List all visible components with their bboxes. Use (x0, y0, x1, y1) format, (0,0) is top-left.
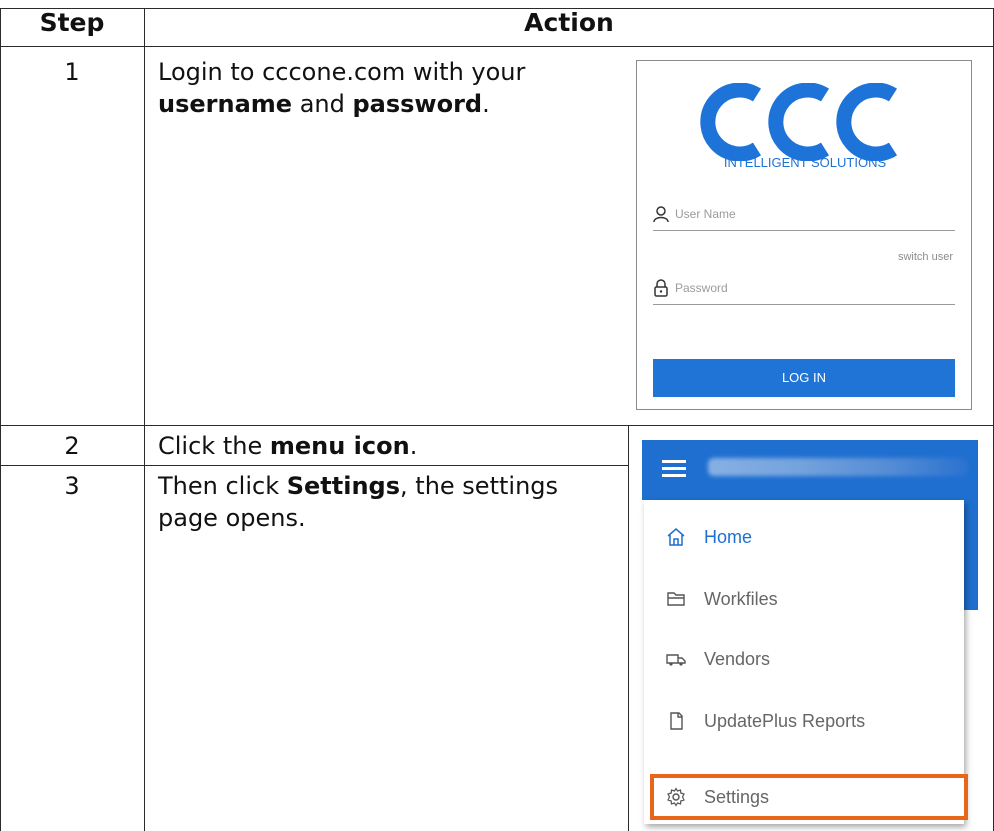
username-placeholder: User Name (675, 207, 736, 221)
home-icon (667, 528, 685, 546)
step-2-instruction: Click the menu icon. (158, 432, 418, 460)
blurred-app-title (708, 458, 968, 476)
menu-icon[interactable] (662, 460, 686, 478)
step-number-3: 3 (64, 472, 80, 500)
image-column-divider (628, 425, 629, 831)
lock-icon (654, 279, 668, 297)
menu-item-label: Workfiles (704, 589, 778, 609)
app-header-bar (642, 440, 978, 500)
header-step: Step (39, 8, 105, 37)
switch-user-link[interactable]: switch user (898, 251, 953, 263)
password-field[interactable]: Password (653, 275, 955, 305)
header-divider (0, 46, 994, 47)
login-button[interactable]: LOG IN (653, 359, 955, 397)
step-3-instruction: Then click Settings, the settings page o… (158, 472, 559, 532)
password-placeholder: Password (675, 281, 728, 295)
menu-screenshot: Home Workfiles Vendors UpdatePlus Report… (642, 440, 978, 828)
step-number-1: 1 (64, 58, 80, 86)
menu-item-label: Home (704, 527, 753, 547)
table-border-left (0, 8, 1, 831)
column-divider (144, 8, 145, 831)
truck-icon (666, 654, 686, 666)
login-screenshot: INTELLIGENT SOLUTIONS User Name switch u… (636, 60, 972, 410)
report-icon (670, 712, 683, 730)
step-1-instruction: Login to cccone.com with your username a… (158, 58, 526, 118)
settings-highlight-box (650, 774, 968, 820)
row-divider-1 (0, 425, 994, 426)
ccc-logo (700, 83, 898, 161)
logo-tagline: INTELLIGENT SOLUTIONS (723, 155, 887, 170)
row-divider-2 (0, 465, 628, 466)
folder-icon (667, 592, 685, 606)
user-icon (653, 206, 669, 223)
step-number-2: 2 (64, 432, 80, 460)
menu-item-label: Vendors (704, 649, 771, 669)
header-action: Action (524, 8, 614, 37)
username-field[interactable]: User Name (653, 201, 955, 231)
header-edge (964, 500, 978, 610)
menu-item-label: UpdatePlus Reports (704, 711, 866, 731)
